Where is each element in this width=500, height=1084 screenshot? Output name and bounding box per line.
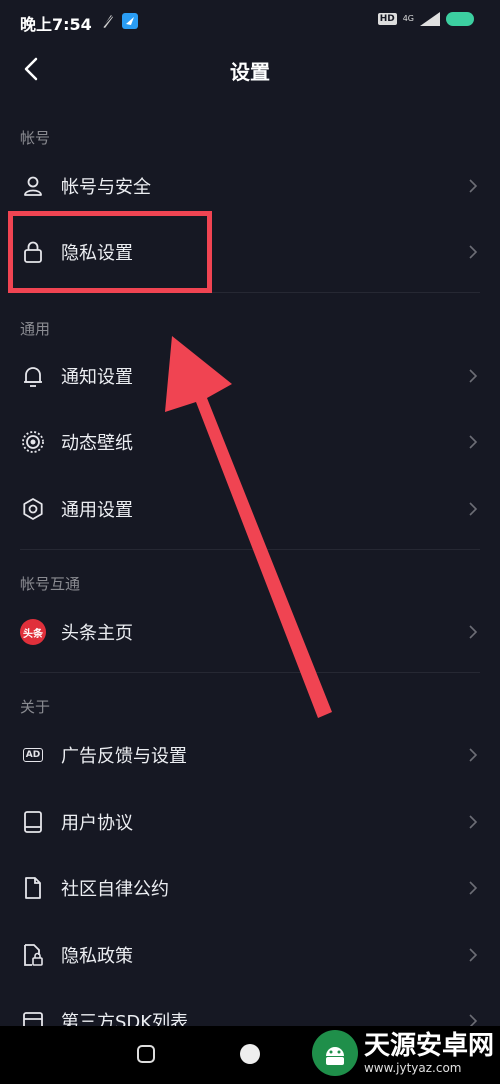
settings-item-user-agreement[interactable]: 用户协议 [0, 789, 500, 855]
chevron-right-icon [469, 881, 478, 895]
wallpaper-icon [20, 429, 46, 455]
chevron-right-icon [469, 179, 478, 193]
recent-apps-button[interactable] [137, 1045, 155, 1063]
section-label-about: 关于 [20, 698, 51, 716]
item-label: 通用设置 [61, 500, 133, 521]
chevron-right-icon [469, 245, 478, 259]
item-label: 通知设置 [61, 367, 133, 388]
toutiao-logo-text: 头条 [20, 619, 46, 645]
battery-icon [446, 12, 474, 26]
settings-item-notifications[interactable]: 通知设置 [0, 343, 500, 409]
gear-icon [20, 496, 46, 522]
chevron-right-icon [469, 435, 478, 449]
app-notification-icon [122, 13, 138, 29]
section-label-general: 通用 [20, 320, 51, 338]
settings-screen: 晚上7:54 HD 4G 设置 帐号 帐号与安全 隐私设置 通用 通知设置 动态… [0, 0, 500, 1026]
item-label: 第三方SDK列表 [61, 1012, 189, 1026]
chevron-right-icon [469, 369, 478, 383]
settings-item-ad-feedback[interactable]: AD 广告反馈与设置 [0, 722, 500, 788]
chevron-right-icon [469, 948, 478, 962]
watermark: 天源安卓网 www.jytyaz.com [311, 1030, 494, 1076]
ad-icon: AD [20, 742, 46, 768]
hd-badge: HD [377, 13, 397, 25]
watermark-url: www.jytyaz.com [363, 1061, 462, 1075]
toutiao-icon: 头条 [20, 619, 46, 645]
status-bar: 晚上7:54 HD 4G [0, 0, 500, 44]
item-label: 动态壁纸 [61, 433, 133, 454]
settings-item-third-party-sdk[interactable]: 第三方SDK列表 [0, 988, 500, 1026]
user-icon [20, 173, 46, 199]
highlight-box [8, 211, 212, 293]
list-icon [20, 1008, 46, 1026]
leaf-icon [101, 13, 115, 29]
item-label: 用户协议 [61, 813, 133, 834]
settings-item-account-security[interactable]: 帐号与安全 [0, 153, 500, 219]
android-logo-icon [311, 1030, 358, 1076]
settings-item-general[interactable]: 通用设置 [0, 476, 500, 542]
ad-icon-text: AD [22, 748, 44, 762]
signal-icon [420, 12, 440, 26]
settings-item-live-wallpaper[interactable]: 动态壁纸 [0, 409, 500, 475]
item-label: 广告反馈与设置 [61, 746, 187, 767]
network-type: 4G [402, 14, 414, 23]
item-label: 隐私政策 [61, 946, 133, 967]
section-divider [20, 549, 480, 550]
bell-icon [20, 363, 46, 389]
chevron-right-icon [469, 502, 478, 516]
chevron-right-icon [469, 815, 478, 829]
document-icon [20, 875, 46, 901]
book-icon [20, 809, 46, 835]
settings-item-toutiao-home[interactable]: 头条 头条主页 [0, 599, 500, 665]
section-label-account: 帐号 [20, 129, 51, 147]
settings-item-privacy-policy[interactable]: 隐私政策 [0, 922, 500, 988]
status-time: 晚上7:54 [20, 15, 92, 34]
privacy-doc-icon [20, 942, 46, 968]
chevron-right-icon [469, 625, 478, 639]
section-divider [20, 672, 480, 673]
item-label: 帐号与安全 [61, 177, 151, 198]
watermark-name: 天源安卓网 [363, 1031, 494, 1061]
chevron-right-icon [469, 1014, 478, 1026]
item-label: 社区自律公约 [61, 879, 169, 900]
home-button[interactable] [240, 1044, 260, 1064]
chevron-right-icon [469, 748, 478, 762]
item-label: 头条主页 [61, 623, 133, 644]
section-label-linked-accounts: 帐号互通 [20, 575, 81, 593]
app-header: 设置 [0, 44, 500, 94]
page-title: 设置 [230, 60, 270, 84]
settings-item-community-guidelines[interactable]: 社区自律公约 [0, 855, 500, 921]
